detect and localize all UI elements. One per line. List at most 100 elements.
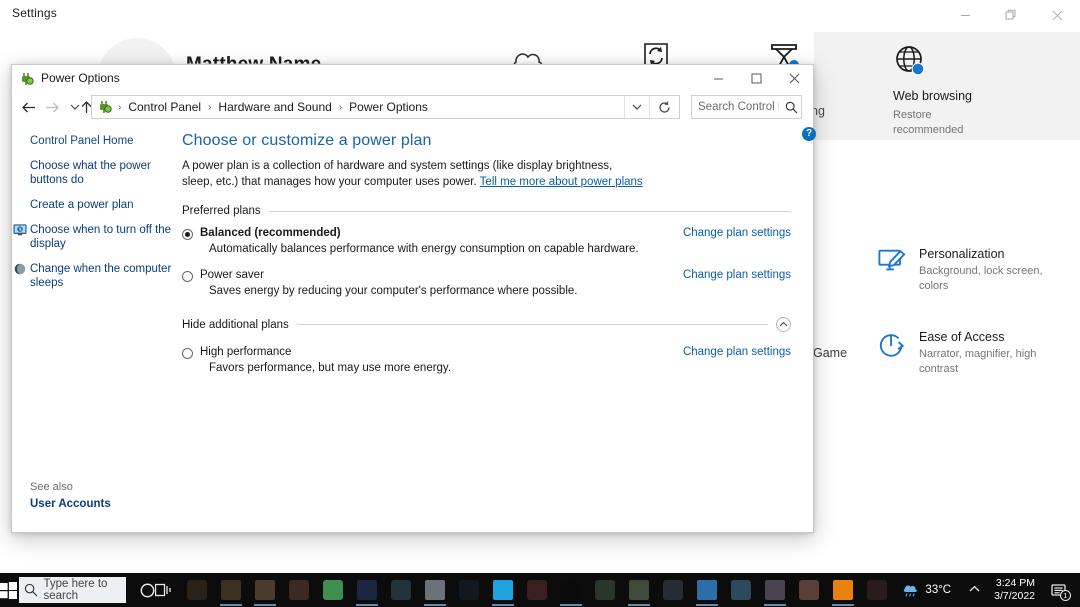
plan-radio-power-saver[interactable]: [182, 271, 193, 282]
settings-tile-web-browsing[interactable]: Web browsing Restore recommended: [893, 44, 972, 136]
plan-radio-balanced[interactable]: [182, 229, 193, 240]
taskbar-app-9[interactable]: [456, 573, 482, 607]
control-panel-sidebar: Control Panel Home Choose what the power…: [12, 122, 182, 532]
show-hidden-icons-button[interactable]: [959, 585, 990, 596]
taskbar-search-box[interactable]: Type here to search: [19, 577, 127, 603]
taskbar-app-6[interactable]: [354, 573, 380, 607]
taskbar-app-icon: [357, 580, 378, 600]
power-plug-icon: [100, 101, 112, 113]
personalization-title: Personalization: [919, 247, 1005, 261]
breadcrumb-item-control-panel[interactable]: Control Panel: [126, 100, 203, 114]
taskbar-app-15[interactable]: [660, 573, 686, 607]
plan-description: Saves energy by reducing your computer's…: [209, 285, 578, 297]
change-plan-settings-balanced[interactable]: Change plan settings: [683, 227, 791, 239]
settings-tile-ease-of-access[interactable]: Ease of Access Narrator, magnifier, high…: [878, 329, 1047, 377]
power-maximize-button[interactable]: [737, 65, 775, 92]
taskbar-clock[interactable]: 3:24 PM 3/7/2022: [990, 577, 1044, 603]
refresh-button[interactable]: [649, 96, 679, 118]
sidebar-item-user-accounts[interactable]: User Accounts: [12, 498, 182, 510]
search-icon: [781, 101, 801, 114]
task-view-icon: [155, 583, 172, 597]
sidebar-item-choose-power-buttons[interactable]: Choose what the power buttons do: [12, 159, 182, 187]
taskbar-app-11[interactable]: [524, 573, 550, 607]
settings-titlebar: Settings: [0, 0, 1080, 32]
taskbar-app-14[interactable]: [626, 573, 652, 607]
taskbar-app-1[interactable]: [184, 573, 210, 607]
sidebar-item-label: Change when the computer sleeps: [30, 263, 172, 289]
globe-icon: [896, 46, 925, 76]
settings-minimize-button[interactable]: [942, 0, 988, 30]
taskbar-app-17[interactable]: [728, 573, 754, 607]
taskbar-app-16[interactable]: [694, 573, 720, 607]
taskbar-app-file-explorer[interactable]: [830, 573, 856, 607]
settings-close-button[interactable]: [1034, 0, 1080, 30]
plan-name: Power saver: [200, 269, 264, 281]
taskbar-app-running-indicator: [492, 604, 515, 606]
taskbar-app-running-indicator: [254, 604, 277, 606]
task-view-button[interactable]: [155, 573, 172, 607]
search-input[interactable]: [692, 100, 781, 114]
settings-tile-personalization[interactable]: Personalization Background, lock screen,…: [878, 246, 1047, 294]
cortana-circle-icon: [140, 583, 155, 597]
taskbar-app-12[interactable]: [558, 573, 584, 607]
taskbar-app-7[interactable]: [388, 573, 414, 607]
breadcrumb[interactable]: › Control Panel › Hardware and Sound › P…: [91, 95, 680, 119]
minimize-icon: [713, 78, 723, 80]
taskbar-app-13[interactable]: [592, 573, 618, 607]
power-options-main: Choose or customize a power plan A power…: [182, 122, 813, 532]
plan-balanced[interactable]: Balanced (recommended) Change plan setti…: [182, 227, 791, 255]
sidebar-item-turn-off-display[interactable]: Choose when to turn off the display: [12, 223, 182, 251]
windows-start-icon: [0, 581, 17, 599]
taskbar-app-4[interactable]: [286, 573, 312, 607]
breadcrumb-dropdown-button[interactable]: [624, 96, 648, 118]
personalization-subtitle: Background, lock screen, colors: [919, 265, 1043, 292]
tell-me-more-link[interactable]: Tell me more about power plans: [480, 176, 643, 188]
breadcrumb-item-hardware-and-sound[interactable]: Hardware and Sound: [216, 100, 333, 114]
breadcrumb-item-power-options[interactable]: Power Options: [347, 100, 430, 114]
taskbar-app-3[interactable]: [252, 573, 278, 607]
power-close-button[interactable]: [775, 65, 813, 92]
search-control-panel-box[interactable]: [691, 95, 802, 119]
taskbar-app-19[interactable]: [796, 573, 822, 607]
change-plan-settings-high-performance[interactable]: Change plan settings: [683, 346, 791, 358]
change-plan-settings-power-saver[interactable]: Change plan settings: [683, 269, 791, 281]
plan-name: High performance: [200, 346, 292, 358]
taskbar-weather[interactable]: 33°C: [894, 583, 959, 598]
plan-power-saver[interactable]: Power saver Change plan settings Saves e…: [182, 269, 791, 297]
moon-icon: [14, 263, 26, 275]
taskbar-app-icon: [323, 580, 344, 600]
search-icon: [19, 583, 43, 597]
taskbar-app-running-indicator: [832, 604, 855, 606]
taskbar-app-18[interactable]: [762, 573, 788, 607]
taskbar-app-10[interactable]: [490, 573, 516, 607]
back-button[interactable]: [16, 95, 40, 119]
forward-arrow-icon: [45, 102, 59, 112]
plan-high-performance[interactable]: High performance Change plan settings Fa…: [182, 346, 791, 374]
cloud-rain-icon: [904, 585, 918, 597]
refresh-icon: [659, 101, 670, 113]
plan-description: Automatically balances performance with …: [209, 243, 639, 255]
plan-radio-high-performance[interactable]: [182, 348, 193, 359]
ease-of-access-title: Ease of Access: [919, 330, 1005, 344]
sidebar-item-computer-sleeps[interactable]: Change when the computer sleeps: [12, 262, 182, 290]
notification-center-button[interactable]: 1: [1044, 573, 1074, 607]
taskbar-app-8[interactable]: [422, 573, 448, 607]
power-options-titlebar[interactable]: Power Options: [12, 65, 813, 92]
personalization-icon: [878, 249, 906, 271]
taskbar-app-2[interactable]: [218, 573, 244, 607]
taskbar-app-icon: [527, 580, 548, 600]
cortana-button[interactable]: [140, 573, 155, 607]
taskbar-app-5[interactable]: [320, 573, 346, 607]
power-minimize-button[interactable]: [699, 65, 737, 92]
show-desktop-button[interactable]: [1074, 573, 1080, 607]
sidebar-item-control-panel-home[interactable]: Control Panel Home: [12, 134, 182, 148]
taskbar-app-21[interactable]: [864, 573, 890, 607]
taskbar-app-icon: [765, 580, 786, 600]
settings-restore-button[interactable]: [988, 0, 1034, 30]
start-button[interactable]: [0, 573, 17, 607]
sidebar-item-create-power-plan[interactable]: Create a power plan: [12, 198, 182, 212]
group-header-additional-plans[interactable]: Hide additional plans: [182, 317, 791, 332]
collapse-additional-plans-button[interactable]: [776, 317, 791, 332]
temperature-label: 33°C: [925, 584, 952, 596]
minimize-icon: [960, 14, 970, 16]
